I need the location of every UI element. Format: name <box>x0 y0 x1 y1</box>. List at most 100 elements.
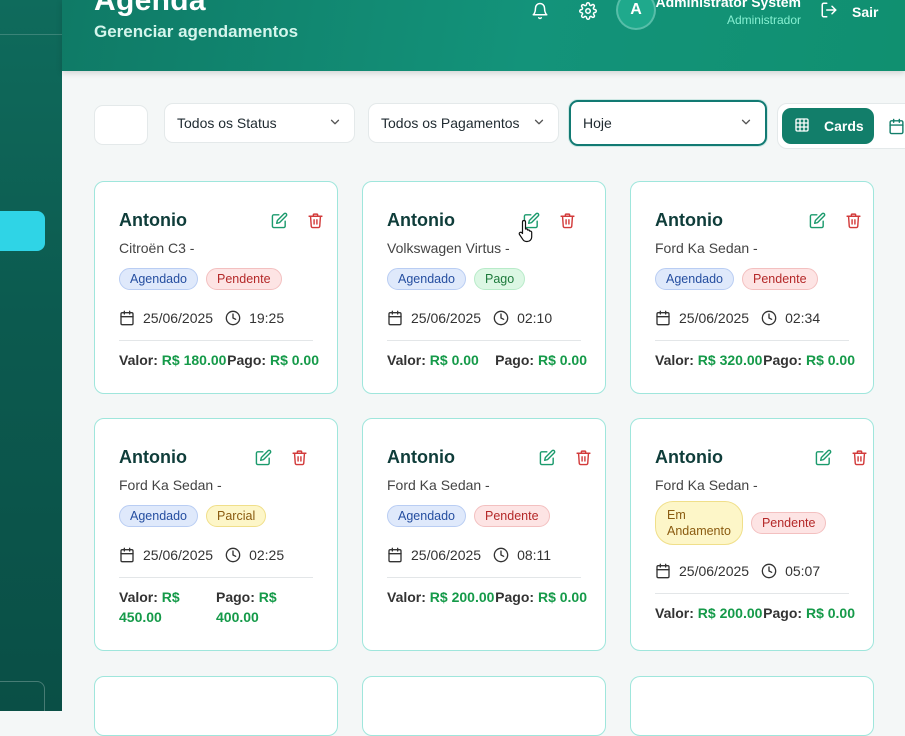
client-name: Antonio <box>655 447 723 467</box>
bell-icon[interactable] <box>529 0 551 22</box>
sidebar-divider <box>0 34 62 35</box>
appointment-date: 25/06/2025 <box>143 547 214 563</box>
card-divider <box>119 577 313 578</box>
trash-icon[interactable] <box>575 449 593 467</box>
status-badge: Pago <box>474 268 526 290</box>
appointment-card[interactable] <box>362 676 606 736</box>
valor-label: Valor: <box>655 605 694 621</box>
appointment-date: 25/06/2025 <box>679 310 750 326</box>
trash-icon[interactable] <box>845 212 863 230</box>
avatar[interactable]: A <box>616 0 656 30</box>
pago-field: Pago: R$ 0.00 <box>763 350 855 370</box>
valor-field: Valor: R$ 450.00 <box>119 587 209 627</box>
appointment-card[interactable]: Antonio Ford Ka Sedan - Agendado Parcial … <box>94 418 338 651</box>
pago-field: Pago: R$ 400.00 <box>216 587 296 627</box>
appointment-date: 25/06/2025 <box>679 563 750 579</box>
valor-label: Valor: <box>387 352 426 368</box>
chevron-down-icon <box>739 115 753 132</box>
search-filter[interactable] <box>94 105 148 145</box>
status-filter-select[interactable]: Todos os Status <box>164 103 355 143</box>
chevron-down-icon <box>532 115 546 132</box>
logout-button[interactable]: Sair <box>820 1 878 22</box>
status-filter-value: Todos os Status <box>177 115 277 131</box>
cards-view-label: Cards <box>824 118 864 134</box>
logout-icon <box>820 1 838 22</box>
status-badge: Agendado <box>655 268 735 290</box>
gear-icon[interactable] <box>577 0 599 22</box>
sidebar <box>0 0 62 711</box>
datetime-row: 25/06/2025 05:07 <box>655 563 820 579</box>
valor-label: Valor: <box>387 589 426 605</box>
client-name: Antonio <box>655 210 723 230</box>
edit-icon[interactable] <box>539 449 557 467</box>
edit-icon[interactable] <box>809 212 827 230</box>
appointment-card[interactable]: Antonio Ford Ka Sedan - Agendado Pendente… <box>630 181 874 394</box>
clock-icon <box>493 547 509 563</box>
edit-icon[interactable] <box>255 449 273 467</box>
trash-icon[interactable] <box>851 449 869 467</box>
valor-field: Valor: R$ 0.00 <box>387 350 479 370</box>
page-subtitle: Gerenciar agendamentos <box>94 22 299 41</box>
calendar-view-icon[interactable] <box>888 118 905 140</box>
datetime-row: 25/06/2025 02:25 <box>119 547 284 563</box>
user-name: Administrator System <box>655 0 801 10</box>
appointment-date: 25/06/2025 <box>411 310 482 326</box>
client-name: Antonio <box>387 447 455 467</box>
grid-icon <box>794 117 810 136</box>
pago-amount: R$ 0.00 <box>537 352 587 368</box>
badges-row: Agendado Pendente <box>655 268 818 290</box>
client-name: Antonio <box>119 447 187 467</box>
page-title: Agenda <box>94 0 206 17</box>
payment-filter-value: Todos os Pagamentos <box>381 115 520 131</box>
datetime-row: 25/06/2025 19:25 <box>119 310 284 326</box>
period-filter-select[interactable]: Hoje <box>569 100 767 146</box>
appointment-card[interactable] <box>94 676 338 736</box>
card-divider <box>655 340 849 341</box>
view-toggle: Cards <box>777 103 905 149</box>
money-row: Valor: R$ 180.00 Pago: R$ 0.00 <box>119 350 319 370</box>
appointment-date: 25/06/2025 <box>143 310 214 326</box>
time-group: 19:25 <box>225 310 284 326</box>
status-badge: Agendado <box>387 268 467 290</box>
sidebar-item-bottom[interactable] <box>0 681 45 711</box>
pago-amount: R$ 0.00 <box>805 352 855 368</box>
pago-field: Pago: R$ 0.00 <box>495 587 587 607</box>
time-group: 05:07 <box>761 563 820 579</box>
valor-amount: R$ 180.00 <box>161 352 227 368</box>
trash-icon[interactable] <box>559 212 577 230</box>
datetime-row: 25/06/2025 02:34 <box>655 310 820 326</box>
hand-cursor-icon <box>518 219 536 243</box>
status-badge: Agendado <box>387 505 467 527</box>
vehicle-name: Ford Ka Sedan - <box>387 477 490 493</box>
edit-icon[interactable] <box>271 212 289 230</box>
appointment-card[interactable] <box>630 676 874 736</box>
appointment-card[interactable]: Antonio Ford Ka Sedan - Em Andamento Pende… <box>630 418 874 651</box>
pago-label: Pago: <box>495 352 535 368</box>
calendar-icon <box>119 310 135 326</box>
valor-field: Valor: R$ 320.00 <box>655 350 762 370</box>
appointment-time: 19:25 <box>249 310 285 326</box>
vehicle-name: Ford Ka Sedan - <box>119 477 222 493</box>
edit-icon[interactable] <box>815 449 833 467</box>
pago-label: Pago: <box>763 352 803 368</box>
appointment-time: 02:34 <box>785 310 821 326</box>
appointment-time: 05:07 <box>785 563 821 579</box>
valor-amount: R$ 0.00 <box>429 352 479 368</box>
appointment-card[interactable]: Antonio Volkswagen Virtus - Agendado Pago… <box>362 181 606 394</box>
page-header: Agenda Gerenciar agendamentos A Administ… <box>62 0 905 71</box>
clock-icon <box>761 563 777 579</box>
pago-field: Pago: R$ 0.00 <box>495 350 587 370</box>
valor-amount: R$ 320.00 <box>697 352 763 368</box>
trash-icon[interactable] <box>307 212 325 230</box>
appointment-card[interactable]: Antonio Ford Ka Sedan - Agendado Pendente… <box>362 418 606 651</box>
clock-icon <box>761 310 777 326</box>
trash-icon[interactable] <box>291 449 309 467</box>
payment-filter-select[interactable]: Todos os Pagamentos <box>368 103 559 143</box>
cards-view-button[interactable]: Cards <box>782 108 874 144</box>
pago-label: Pago: <box>495 589 535 605</box>
valor-field: Valor: R$ 200.00 <box>655 603 762 623</box>
badges-row: Agendado Pago <box>387 268 526 290</box>
badges-row: Agendado Pendente <box>387 505 550 527</box>
sidebar-item-active[interactable] <box>0 211 45 251</box>
appointment-card[interactable]: Antonio Citroën C3 - Agendado Pendente 25… <box>94 181 338 394</box>
